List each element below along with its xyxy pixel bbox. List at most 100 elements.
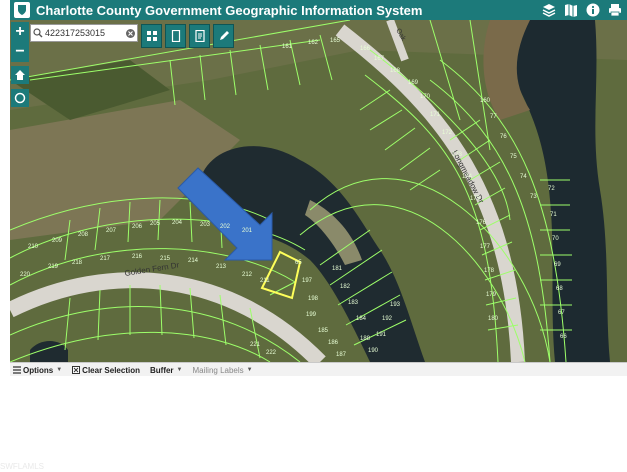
clear-icon[interactable] (126, 28, 135, 38)
parcel-number-label: 213 (216, 264, 227, 270)
parcel-number-label: 186 (328, 340, 339, 346)
parcel-number-label: 185 (318, 328, 329, 334)
parcel-number-label: 167 (374, 56, 385, 62)
home-icon (15, 70, 25, 80)
parcel-number-label: 211 (260, 278, 270, 284)
parcel-number-label: 218 (72, 260, 83, 266)
parcel-number-label: 67 (558, 310, 565, 316)
parcel-number-label: 180 (488, 316, 499, 322)
grid-icon (146, 31, 157, 41)
parcel-number-label: 214 (188, 258, 199, 264)
parcel-number-label: 204 (172, 220, 183, 226)
parcel-number-label: 184 (356, 316, 367, 322)
parcel-number-label: 71 (550, 212, 557, 218)
app-title: Charlotte County Government Geographic I… (36, 2, 423, 18)
parcel-number-label: 169 (408, 80, 419, 86)
search-input[interactable] (43, 28, 125, 38)
grid-tool-button[interactable] (141, 24, 162, 48)
info-icon[interactable] (585, 1, 601, 19)
search-box (30, 24, 138, 42)
caret-down-icon: ▼ (56, 367, 63, 373)
zoom-in-button[interactable]: + (11, 22, 29, 42)
parcel-number-label: 221 (250, 342, 261, 348)
home-button[interactable] (11, 66, 29, 84)
map-icon[interactable] (563, 1, 579, 19)
parcel-number-label: 199 (306, 312, 317, 318)
satellite-map[interactable]: Golden Fern Dr Longmeadow Dr Oak 210 209 2… (10, 20, 627, 362)
caret-down-icon: ▼ (246, 367, 253, 373)
parcel-number-label: 216 (132, 254, 143, 260)
county-logo (14, 2, 30, 18)
parcel-number-label: 217 (100, 256, 111, 262)
locate-button[interactable] (11, 89, 29, 107)
document-tool-button[interactable] (189, 24, 210, 48)
parcel-number-label: 188 (360, 336, 371, 342)
parcel-number-label: 187 (336, 352, 347, 358)
parcel-number-label: 76 (500, 134, 507, 140)
parcel-number-label: 176 (476, 220, 487, 226)
parcel-number-label: 165 (330, 38, 341, 44)
buffer-menu[interactable]: Buffer ▼ (150, 366, 183, 375)
menu-icon (13, 366, 21, 374)
parcel-number-label: 166 (360, 46, 371, 52)
parcel-number-label: 70 (552, 236, 559, 242)
parcel-number-label: 72 (548, 186, 555, 192)
parcel-number-label: 174 (462, 174, 473, 180)
parcel-number-label: 173 (452, 152, 463, 158)
parcel-number-label: 201 (242, 228, 253, 234)
parcel-number-label: 175 (470, 196, 481, 202)
header-toolbar (541, 1, 623, 19)
parcel-number-label: 73 (530, 194, 537, 200)
parcel-number-label: 197 (302, 278, 313, 284)
parcel-number-label: 178 (484, 268, 495, 274)
gis-app: Charlotte County Government Geographic I… (10, 0, 627, 376)
clear-selection-label: Clear Selection (82, 365, 140, 375)
parcel-number-label: 65 (295, 260, 302, 266)
options-menu[interactable]: Options ▼ (10, 366, 62, 375)
map-canvas: Golden Fern Dr Longmeadow Dr Oak 2102092… (10, 20, 627, 362)
parcel-number-label: 66 (560, 334, 567, 340)
caret-down-icon: ▼ (176, 367, 183, 373)
parcel-number-label: 69 (554, 262, 561, 268)
parcel-number-label: 212 (242, 272, 253, 278)
pencil-icon (219, 31, 229, 40)
draw-tool-button[interactable] (213, 24, 234, 48)
parcel-number-label: 222 (266, 350, 277, 356)
layers-icon[interactable] (541, 1, 557, 19)
parcel-number-label: 193 (390, 302, 401, 308)
parcel-number-label: 182 (340, 284, 351, 290)
search-icon (33, 28, 43, 38)
parcel-number-label: 192 (382, 316, 393, 322)
parcel-number-label: 160 (480, 98, 491, 104)
tablet-icon (171, 30, 180, 42)
parcel-number-label: 215 (160, 256, 171, 262)
parcel-number-label: 202 (220, 224, 231, 230)
parcel-number-label: 177 (480, 244, 491, 250)
parcel-number-label: 183 (348, 300, 359, 306)
bottom-toolbar: Options ▼ Clear Selection Buffer ▼ Maili… (10, 362, 627, 376)
parcel-number-label: 168 (390, 68, 401, 74)
parcel-number-label: 68 (556, 286, 563, 292)
clear-selection-button[interactable]: Clear Selection (72, 366, 140, 375)
zoom-out-button[interactable]: − (11, 42, 29, 62)
print-icon[interactable] (607, 1, 623, 19)
parcel-number-label: 190 (368, 348, 379, 354)
parcel-number-label: 209 (52, 238, 63, 244)
buffer-label: Buffer (149, 365, 174, 375)
parcel-number-label: 191 (376, 332, 387, 338)
header-bar: Charlotte County Government Geographic I… (10, 0, 627, 20)
parcel-number-label: 203 (200, 222, 211, 228)
page-tool-button[interactable] (165, 24, 186, 48)
options-label: Options (23, 365, 54, 375)
mailing-labels-label: Mailing Labels (192, 365, 244, 375)
parcel-number-label: 208 (78, 232, 89, 238)
zoom-control: + − (11, 22, 29, 62)
parcel-number-label: 181 (332, 266, 343, 272)
mailing-labels-menu[interactable]: Mailing Labels ▼ (193, 366, 253, 375)
parcel-number-label: 179 (486, 292, 497, 298)
parcel-number-label: 74 (520, 174, 527, 180)
watermark: SWFLAMLS (0, 462, 45, 471)
parcel-number-label: 170 (420, 94, 431, 100)
parcel-number-label: 219 (48, 264, 59, 270)
document-icon (194, 30, 205, 42)
